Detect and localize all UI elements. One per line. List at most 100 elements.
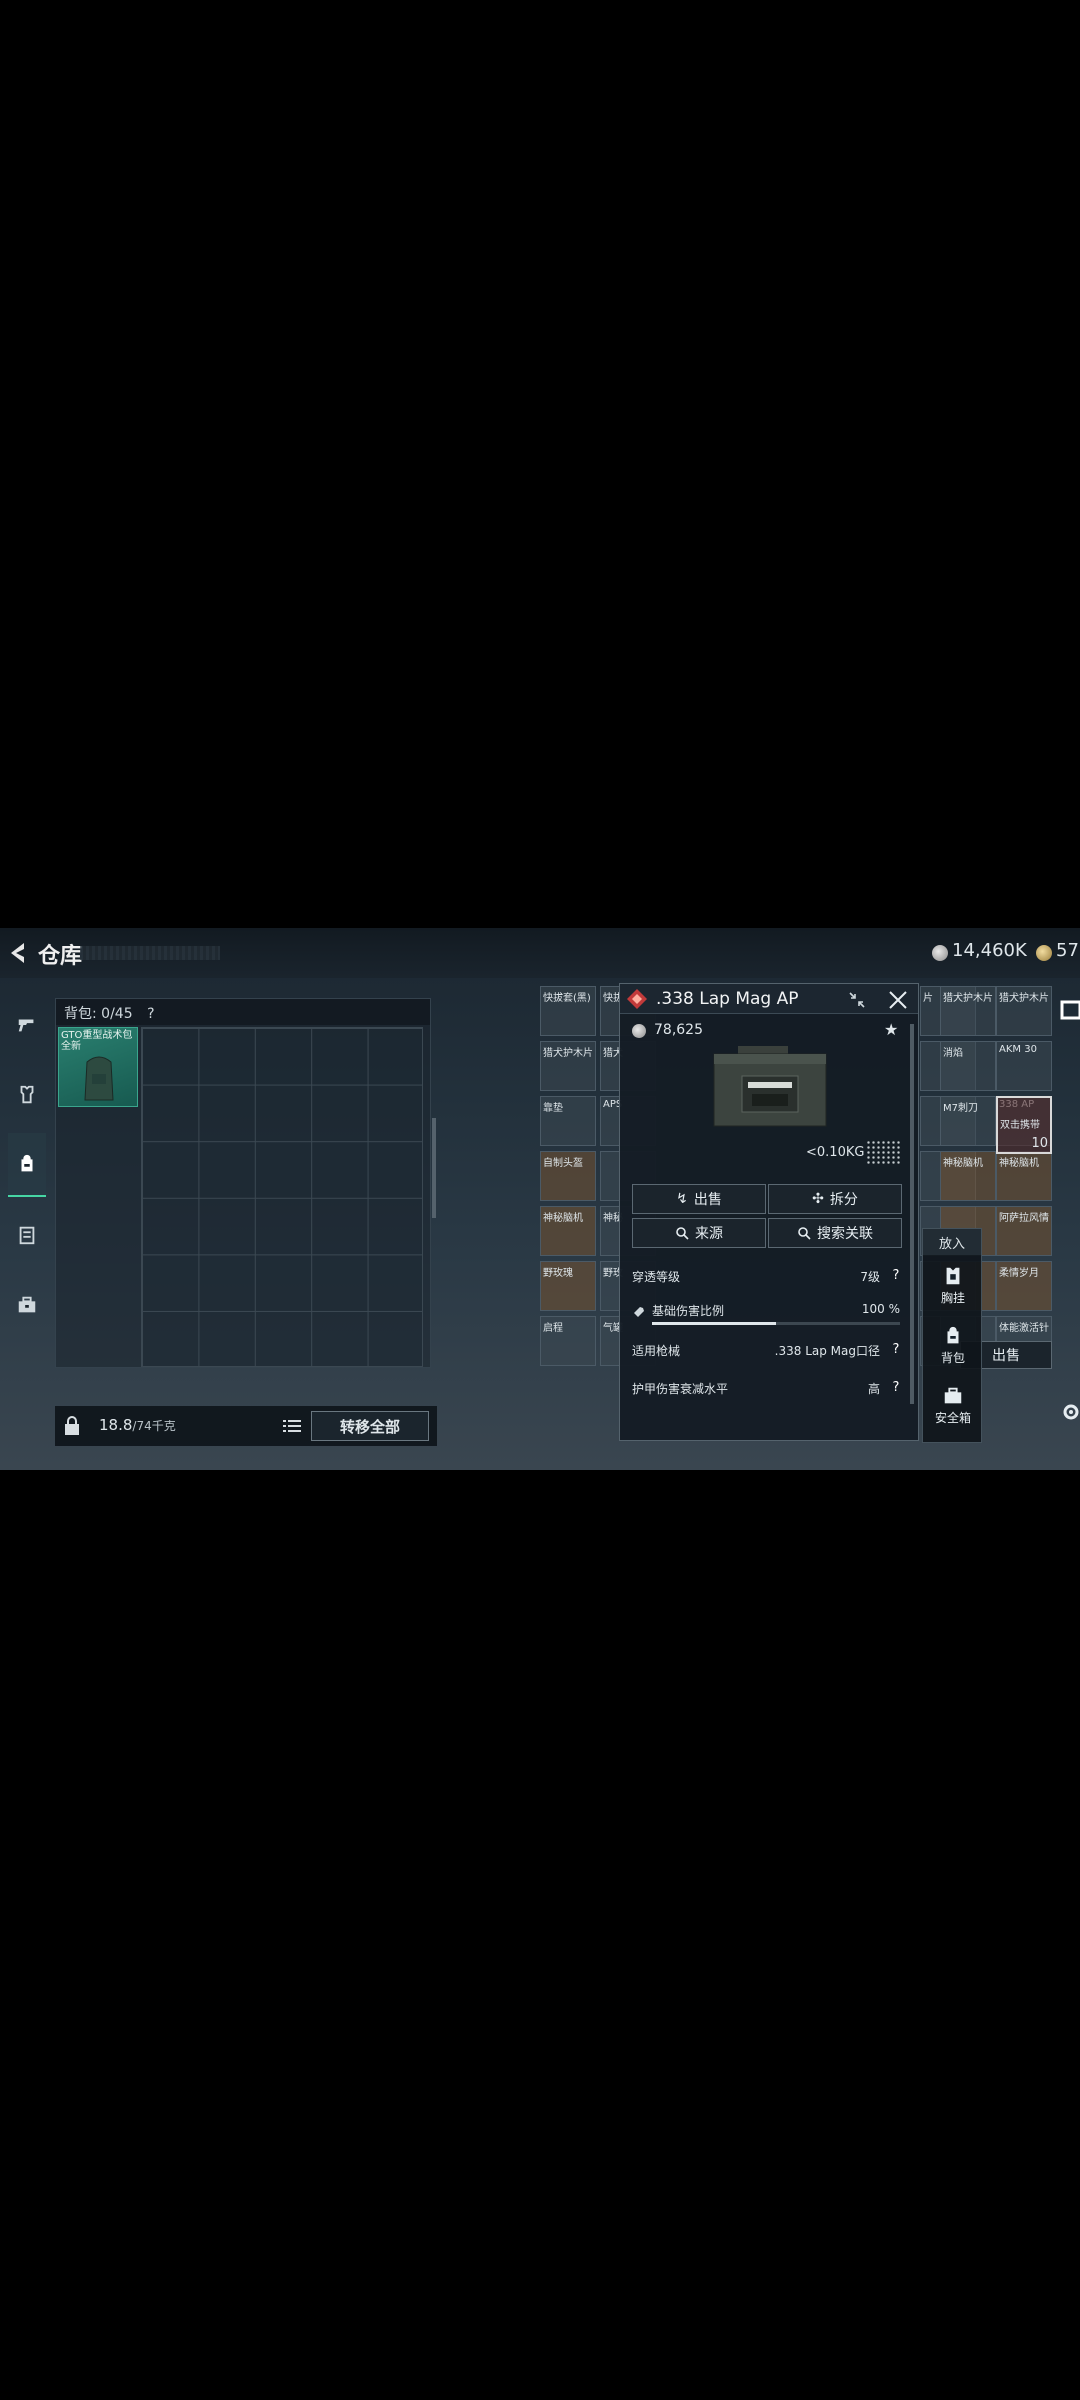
silver-coin-icon [932, 945, 948, 961]
backpack-icon [21, 1154, 33, 1172]
backpack-panel: 背包: 0/45 ? GTO重型战术包 全新 [55, 998, 431, 1368]
warehouse-item[interactable]: 自制头盔 [540, 1151, 596, 1201]
stat-penetration: 穿透等级 7级 ? [632, 1262, 904, 1292]
item-weight: <0.10KG [806, 1145, 865, 1160]
item-name: .338 Lap Mag AP [656, 989, 799, 1009]
warehouse-item[interactable]: 启程 [540, 1316, 596, 1366]
warehouse-item[interactable]: 野玫瑰 [540, 1261, 596, 1311]
warehouse-item-label: 神秘脑机 [543, 1213, 583, 1224]
source-label: 来源 [695, 1226, 723, 1242]
backpack-capacity: 背包: 0/45 [64, 1006, 133, 1022]
warehouse-item[interactable]: 柔情岁月 [996, 1261, 1052, 1311]
vehicle-icon[interactable] [1060, 998, 1080, 1022]
warehouse-item[interactable]: 神秘脑机 [996, 1151, 1052, 1201]
detail-scrollbar[interactable] [910, 1024, 914, 1404]
help-icon[interactable]: ? [888, 1268, 904, 1284]
ammo-box-image [713, 1046, 827, 1127]
sidebar-item-safebox[interactable] [8, 1273, 46, 1337]
damage-bar-track [652, 1322, 900, 1325]
warehouse-sell-label: 出售 [992, 1348, 1020, 1364]
backpack-scrollbar[interactable] [432, 1118, 436, 1218]
page-title: 仓库 [38, 944, 83, 969]
stat-weapon: 适用枪械 .338 Lap Mag口径 ? [632, 1336, 904, 1366]
put-in-backpack[interactable]: 背包 [923, 1319, 983, 1377]
warehouse-item[interactable]: 神秘脑机 [540, 1206, 596, 1256]
search-icon [676, 1227, 689, 1240]
collapse-button[interactable] [852, 991, 872, 1009]
category-sidebar [0, 983, 52, 1373]
warehouse-item[interactable]: 猎犬护木片 [940, 986, 996, 1036]
gold-currency: 57 [1056, 940, 1079, 961]
toolbox-icon [18, 1296, 36, 1313]
warehouse-item-label: M7刺刀 [943, 1103, 978, 1114]
double-click-hint: 双击携带 [1000, 1120, 1040, 1131]
put-in-label: 背包 [940, 1351, 965, 1365]
stat-value: 高 [867, 1382, 880, 1396]
put-in-safe-box[interactable]: 安全箱 [923, 1379, 983, 1437]
top-bar: 仓库 14,460K 57 [0, 928, 1080, 978]
source-button[interactable]: 来源 [632, 1218, 766, 1248]
backpack-icon [947, 1326, 959, 1344]
put-in-label: 胸挂 [940, 1291, 965, 1305]
warehouse-item-label: 神秘脑机 [999, 1158, 1039, 1169]
dismantle-label: 拆分 [829, 1192, 858, 1208]
backpack-help-icon[interactable]: ? [147, 1006, 154, 1022]
selected-ammo-cell[interactable]: 双击携带 10 [996, 1096, 1052, 1154]
put-in-chest-rig[interactable]: 胸挂 [923, 1259, 983, 1317]
warehouse-item[interactable]: M7刺刀 [940, 1096, 996, 1146]
warehouse-item[interactable]: 快拔套(黑) [540, 986, 596, 1036]
warehouse-item-label: 野玫瑰 [543, 1268, 573, 1279]
favorite-star-icon[interactable]: ★ [884, 1020, 898, 1039]
sidebar-item-weapons[interactable] [8, 993, 46, 1057]
sidebar-item-armor[interactable] [8, 1063, 46, 1127]
sell-label: 出售 [693, 1192, 722, 1208]
backpack-footer: 18.8/74千克 转移全部 [55, 1406, 437, 1446]
back-button[interactable] [6, 940, 30, 966]
stat-armor-damage: 护甲伤害衰减水平 高 ? [632, 1374, 904, 1404]
help-icon[interactable]: ? [888, 1380, 904, 1396]
weight-max: /74千克 [132, 1419, 176, 1433]
item-size-grid-icon [866, 1140, 900, 1164]
warehouse-item[interactable]: 猎犬护木片 [996, 986, 1052, 1036]
gold-coin-icon [1036, 945, 1052, 961]
warehouse-item[interactable]: 猎犬护木片 [540, 1041, 596, 1091]
warehouse-item[interactable]: 神秘脑机 [940, 1151, 996, 1201]
gear-icon[interactable] [1062, 1403, 1080, 1421]
warehouse-item-label: 体能激活针 [999, 1323, 1049, 1334]
search-related-label: 搜索关联 [817, 1226, 873, 1242]
warehouse-item-label: 自制头盔 [543, 1158, 583, 1169]
sell-button[interactable]: ↯ 出售 [632, 1184, 766, 1214]
weight-value: 18.8 [99, 1416, 133, 1434]
close-button[interactable] [886, 988, 910, 1012]
back-arrow-icon [11, 943, 24, 963]
warehouse-item-label: 猎犬护木片 [943, 993, 993, 1004]
backpack-grid[interactable] [141, 1027, 423, 1367]
backpack-header: 背包: 0/45 ? [56, 999, 430, 1025]
backpack-item[interactable]: GTO重型战术包 全新 [58, 1027, 138, 1107]
put-in-panel: 放入 胸挂 背包 安全箱 [922, 1228, 982, 1443]
game-screen: 仓库 14,460K 57 背包: 0/45 ? GTO重型战术包 全新 18.… [0, 928, 1080, 1470]
backpack-item-label: GTO重型战术包 全新 [61, 1030, 133, 1052]
dismantle-button[interactable]: ✣ 拆分 [768, 1184, 902, 1214]
warehouse-item[interactable]: 消焰 [940, 1041, 996, 1091]
warehouse-item[interactable]: 靠垫 [540, 1096, 596, 1146]
transfer-all-button[interactable]: 转移全部 [311, 1411, 429, 1441]
warehouse-item[interactable]: AKM 30 [996, 1041, 1052, 1091]
rarity-diamond-icon [627, 989, 647, 1009]
warehouse-item-label: 猎犬护木片 [999, 993, 1049, 1004]
stat-value: 100 % [861, 1302, 900, 1316]
bullet-icon [634, 1307, 644, 1317]
search-icon [798, 1227, 811, 1240]
sidebar-item-rig[interactable] [8, 1203, 46, 1267]
list-icon [283, 1420, 301, 1432]
help-icon[interactable]: ? [888, 1342, 904, 1358]
search-related-button[interactable]: 搜索关联 [768, 1218, 902, 1248]
warehouse-item-label: AKM 30 [999, 1044, 1037, 1055]
toolbox-icon [944, 1387, 962, 1404]
sidebar-item-backpack[interactable] [8, 1133, 46, 1197]
armor-icon [20, 1085, 34, 1104]
warehouse-item-label: 快拔套(黑) [543, 993, 591, 1004]
warehouse-item[interactable]: 阿萨拉风情 [996, 1206, 1052, 1256]
item-detail-panel: .338 Lap Mag AP 78,625 ★ <0.10KG ↯ 出售 ✣ 拆分 [619, 983, 919, 1441]
stat-value: .338 Lap Mag口径 [774, 1344, 880, 1358]
